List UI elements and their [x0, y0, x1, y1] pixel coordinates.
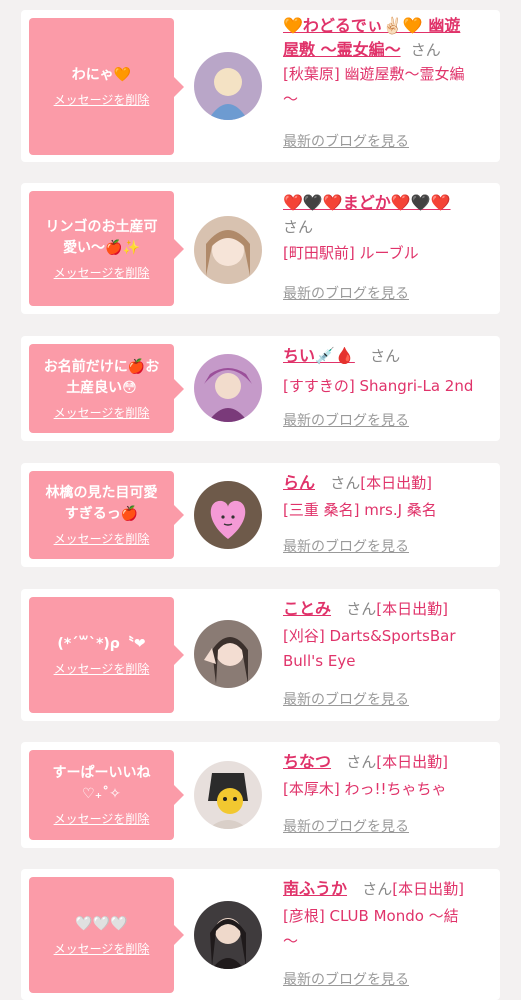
girl-name[interactable]: ちい💉🩸: [283, 346, 355, 365]
avatar-photo: [194, 761, 262, 829]
shop-name: [三重 桑名] mrs.J 桑名: [283, 501, 437, 519]
shop-name: [彦根] CLUB Mondo 〜結: [283, 907, 459, 925]
san-suffix: さん: [346, 753, 377, 771]
avatar-photo: [194, 52, 262, 120]
latest-blog-link[interactable]: 最新のブログを見る: [283, 691, 409, 709]
shop-name-line2: 〜: [283, 932, 299, 950]
girl-name[interactable]: ❤️🖤❤️まどか❤️🖤❤️: [283, 191, 493, 215]
san-suffix: さん: [330, 474, 361, 492]
avatar-photo: [194, 354, 262, 422]
avatar-photo: [194, 216, 262, 284]
avatar[interactable]: [194, 481, 262, 549]
on-duty-badge: [本日出勤]: [360, 474, 433, 492]
message-text: (*´꒳`*)ρ〝❤: [57, 635, 146, 652]
latest-blog-link[interactable]: 最新のブログを見る: [283, 133, 409, 151]
avatar[interactable]: [194, 761, 262, 829]
profile-info: ちなつ さん[本日出勤] [本厚木] わっ!!ちゃちゃ: [283, 750, 493, 802]
shop-name: [すすきの] Shangri-La 2nd: [283, 377, 474, 395]
profile-info: 南ふうか さん[本日出勤] [彦根] CLUB Mondo 〜結 〜: [283, 877, 493, 954]
message-card: 林檎の見た目可愛 すぎるっ🍎 メッセージを削除 らん さん[本日出勤] [三重 …: [21, 463, 500, 567]
message-text: 林檎の見た目可愛 すぎるっ🍎: [45, 485, 158, 522]
message-text: リンゴのお土産可 愛い〜🍎✨: [45, 218, 158, 256]
message-bubble: すーぱーいいね ♡₊˚✧ メッセージを削除: [29, 750, 184, 840]
delete-message-link[interactable]: メッセージを削除: [54, 941, 150, 957]
latest-blog-link[interactable]: 最新のブログを見る: [283, 538, 409, 556]
san-suffix: さん: [410, 41, 441, 59]
san-suffix: さん: [283, 218, 314, 236]
san-suffix: さん: [370, 347, 401, 365]
delete-message-link[interactable]: メッセージを削除: [54, 405, 150, 421]
profile-info: らん さん[本日出勤] [三重 桑名] mrs.J 桑名: [283, 471, 493, 523]
message-bubble: 🤍🤍🤍 メッセージを削除: [29, 877, 184, 993]
delete-message-link[interactable]: メッセージを削除: [54, 265, 150, 281]
message-bubble: お名前だけに🍎お 土産良い😳 メッセージを削除: [29, 344, 184, 433]
avatar[interactable]: [194, 52, 262, 120]
avatar-photo: [194, 481, 262, 549]
avatar-photo: [194, 901, 262, 969]
shop-name-line2: Bull's Eye: [283, 652, 356, 670]
shop-name: [本厚木] わっ!!ちゃちゃ: [283, 780, 447, 798]
message-text: すーぱーいいね ♡₊˚✧: [52, 765, 151, 802]
latest-blog-link[interactable]: 最新のブログを見る: [283, 971, 409, 989]
delete-message-link[interactable]: メッセージを削除: [54, 531, 150, 547]
delete-message-link[interactable]: メッセージを削除: [54, 92, 150, 108]
shop-name: [町田駅前] ルーブル: [283, 244, 419, 262]
avatar[interactable]: [194, 620, 262, 688]
girl-name[interactable]: らん: [283, 473, 315, 492]
shop-name: [刈谷] Darts&SportsBar: [283, 627, 456, 645]
avatar[interactable]: [194, 216, 262, 284]
latest-blog-link[interactable]: 最新のブログを見る: [283, 412, 409, 430]
message-card: 🤍🤍🤍 メッセージを削除 南ふうか さん[本日出勤] [彦根] CLUB Mon…: [21, 869, 500, 1000]
profile-info: ことみ さん[本日出勤] [刈谷] Darts&SportsBar Bull's…: [283, 597, 493, 674]
message-bubble: わにゃ🧡 メッセージを削除: [29, 18, 184, 155]
avatar[interactable]: [194, 901, 262, 969]
message-card: リンゴのお土産可 愛い〜🍎✨ メッセージを削除 ❤️🖤❤️まどか❤️🖤❤️ さん…: [21, 183, 500, 314]
on-duty-badge: [本日出勤]: [376, 753, 449, 771]
latest-blog-link[interactable]: 最新のブログを見る: [283, 818, 409, 836]
delete-message-link[interactable]: メッセージを削除: [54, 661, 150, 677]
shop-name-line2: 〜: [283, 90, 299, 108]
message-text: 🤍🤍🤍: [75, 915, 128, 932]
delete-message-link[interactable]: メッセージを削除: [54, 811, 150, 827]
profile-info: ちい💉🩸 さん [すすきの] Shangri-La 2nd: [283, 344, 493, 399]
san-suffix: さん: [346, 600, 377, 618]
avatar-photo: [194, 620, 262, 688]
on-duty-badge: [本日出勤]: [376, 600, 449, 618]
girl-name[interactable]: ちなつ: [283, 752, 331, 771]
message-card: お名前だけに🍎お 土産良い😳 メッセージを削除 ちい💉🩸 さん [すすきの] S…: [21, 336, 500, 441]
latest-blog-link[interactable]: 最新のブログを見る: [283, 285, 409, 303]
message-bubble: 林檎の見た目可愛 すぎるっ🍎 メッセージを削除: [29, 471, 184, 559]
on-duty-badge: [本日出勤]: [392, 880, 465, 898]
avatar[interactable]: [194, 354, 262, 422]
girl-name[interactable]: 🧡わどるでぃ✌🏻🧡 幽遊: [283, 14, 493, 38]
shop-name: [秋葉原] 幽遊屋敷〜霊女編: [283, 65, 465, 83]
message-text: わにゃ🧡: [71, 67, 132, 83]
girl-name[interactable]: ことみ: [283, 599, 331, 618]
message-text: お名前だけに🍎お 土産良い😳: [43, 358, 160, 396]
message-card: (*´꒳`*)ρ〝❤ メッセージを削除 ことみ さん[本日出勤] [刈谷] Da…: [21, 589, 500, 721]
profile-info: 🧡わどるでぃ✌🏻🧡 幽遊 屋敷 〜霊女編〜 さん [秋葉原] 幽遊屋敷〜霊女編 …: [283, 14, 493, 112]
girl-name-line2[interactable]: 屋敷 〜霊女編〜: [283, 40, 401, 59]
message-bubble: リンゴのお土産可 愛い〜🍎✨ メッセージを削除: [29, 191, 184, 306]
profile-info: ❤️🖤❤️まどか❤️🖤❤️ さん [町田駅前] ルーブル: [283, 191, 493, 266]
girl-name[interactable]: 南ふうか: [283, 879, 347, 898]
message-card: すーぱーいいね ♡₊˚✧ メッセージを削除 ちなつ さん[本日出勤] [本厚木]…: [21, 742, 500, 848]
message-card: わにゃ🧡 メッセージを削除 🧡わどるでぃ✌🏻🧡 幽遊 屋敷 〜霊女編〜 さん […: [21, 10, 500, 162]
message-bubble: (*´꒳`*)ρ〝❤ メッセージを削除: [29, 597, 184, 713]
san-suffix: さん: [362, 880, 393, 898]
